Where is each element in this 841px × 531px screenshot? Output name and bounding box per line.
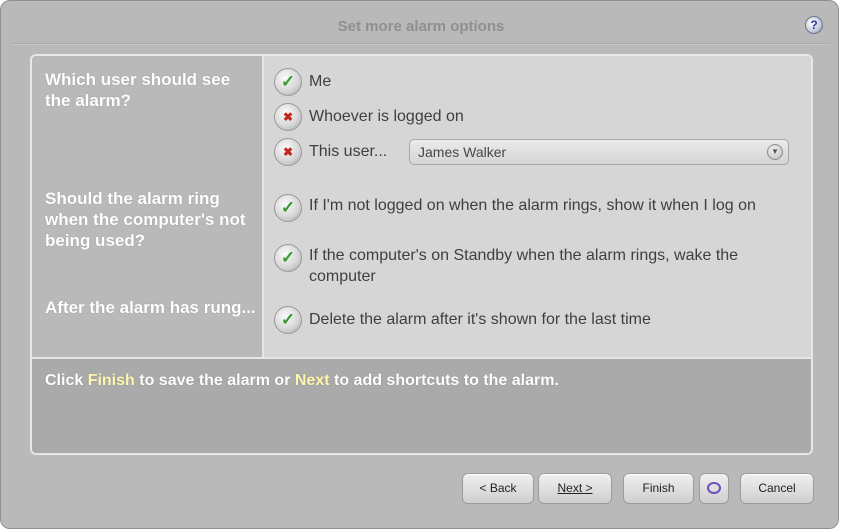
speech-bubble-button[interactable] <box>699 473 729 504</box>
option-delete-after-label: Delete the alarm after it's shown for th… <box>309 311 651 328</box>
cross-icon[interactable]: ✖ <box>274 103 302 131</box>
check-icon[interactable]: ✓ <box>274 194 302 222</box>
instruction-part-2: to save the alarm or <box>134 372 295 389</box>
instruction-finish-word: Finish <box>87 372 135 389</box>
option-wake-standby-label: If the computer's on Standby when the al… <box>309 247 739 285</box>
chevron-down-icon[interactable]: ▼ <box>767 144 783 160</box>
option-wake-standby[interactable]: ✓ If the computer's on Standby when the … <box>274 242 794 287</box>
user-select-value: James Walker <box>418 144 507 160</box>
option-whoever-label: Whoever is logged on <box>309 108 464 125</box>
questions-column: Which user should see the alarm? Should … <box>32 56 264 357</box>
cancel-button[interactable]: Cancel <box>740 473 814 504</box>
back-button[interactable]: < Back <box>462 473 534 504</box>
help-icon[interactable]: ? <box>805 16 823 34</box>
next-button-label: Next > <box>557 481 593 495</box>
check-icon[interactable]: ✓ <box>274 306 302 334</box>
next-button[interactable]: Next > <box>538 473 612 504</box>
option-show-on-logon[interactable]: ✓ If I'm not logged on when the alarm ri… <box>274 192 794 222</box>
instruction-next-word: Next <box>294 372 330 389</box>
options-panel: Which user should see the alarm? Should … <box>30 54 813 455</box>
user-select[interactable]: James Walker ▼ <box>409 139 789 165</box>
instruction-part-1: Click <box>45 372 88 389</box>
alarm-options-window: Set more alarm options ? Which user shou… <box>0 0 839 529</box>
question-idle: Should the alarm ring when the computer'… <box>45 189 246 250</box>
option-me-label: Me <box>309 73 332 90</box>
option-whoever[interactable]: ✖ Whoever is logged on <box>274 103 464 131</box>
question-after: After the alarm has rung... <box>45 298 256 317</box>
cancel-button-label: Cancel <box>758 481 796 495</box>
finish-button-label: Finish <box>642 481 675 495</box>
title-bar: Set more alarm options ? <box>11 9 831 45</box>
options-column: ✓ Me ✖ Whoever is logged on ✖ This user.… <box>264 56 811 357</box>
instruction-part-3: to add shortcuts to the alarm. <box>329 372 559 389</box>
option-this-user[interactable]: ✖ This user... <box>274 138 387 166</box>
option-show-on-logon-label: If I'm not logged on when the alarm ring… <box>309 197 756 214</box>
title-divider <box>11 43 831 45</box>
speech-bubble-icon <box>707 482 721 494</box>
instruction-text: Click Finish to save the alarm or Next t… <box>45 372 559 390</box>
finish-button[interactable]: Finish <box>623 473 694 504</box>
option-me[interactable]: ✓ Me <box>274 68 331 96</box>
option-this-user-label: This user... <box>309 143 388 160</box>
option-delete-after[interactable]: ✓ Delete the alarm after it's shown for … <box>274 306 651 334</box>
instruction-area: Click Finish to save the alarm or Next t… <box>32 357 811 453</box>
back-button-label: < Back <box>479 481 517 495</box>
check-icon[interactable]: ✓ <box>274 244 302 272</box>
question-user: Which user should see the alarm? <box>45 70 231 110</box>
check-icon[interactable]: ✓ <box>274 68 302 96</box>
cross-icon[interactable]: ✖ <box>274 138 302 166</box>
window-title: Set more alarm options <box>337 18 505 35</box>
